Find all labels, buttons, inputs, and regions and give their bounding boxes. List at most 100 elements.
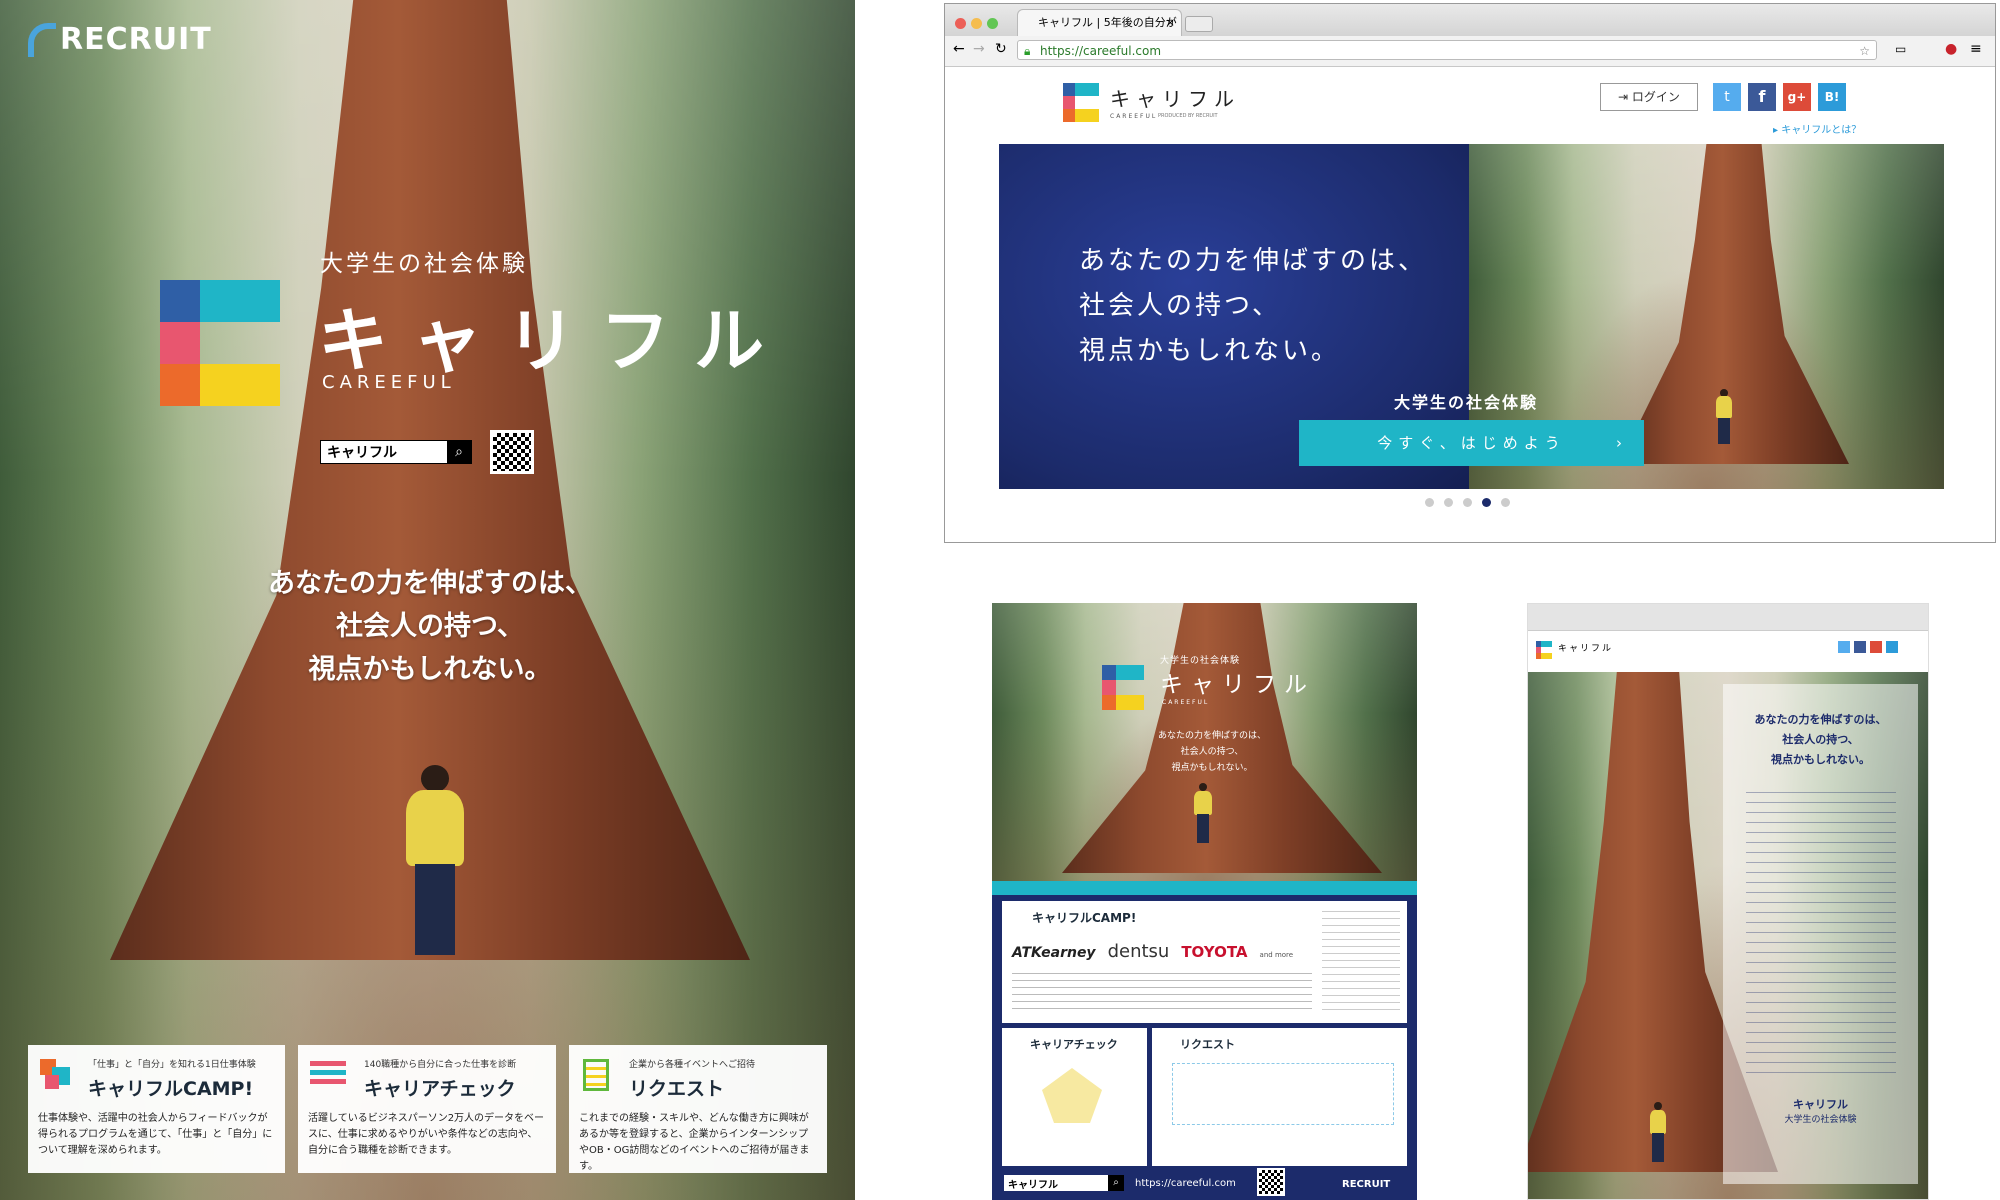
star-icon[interactable]: ☆ xyxy=(1859,41,1870,61)
hatena-button[interactable]: B! xyxy=(1818,83,1846,111)
flyer-request-title: リクエスト xyxy=(1180,1038,1235,1051)
flyer-search-text: キャリフル xyxy=(1008,1179,1058,1191)
headline-line: 社会人の持つ、 xyxy=(1079,291,1281,321)
flyer-search-box[interactable]: キャリフル ⌕ xyxy=(1004,1175,1124,1191)
landing-social-buttons xyxy=(1838,641,1898,653)
card-body: 活躍しているビジネスパーソン2万人のデータをベースに、仕事に求めるやりがいや条件… xyxy=(308,1113,545,1156)
card-body: 仕事体験や、活躍中の社会人からフィードバックが得られるプログラムを通じて、「仕事… xyxy=(38,1113,273,1156)
facebook-button[interactable]: f xyxy=(1748,83,1776,111)
hero: あなたの力を伸ばすのは、 社会人の持つ、 視点かもしれない。 大学生の社会体験 … xyxy=(999,144,1944,489)
partner-logo: and more xyxy=(1259,951,1294,959)
headline-line: あなたの力を伸ばすのは、 xyxy=(1079,246,1428,276)
new-tab-button[interactable] xyxy=(1185,16,1213,32)
extension-icon[interactable]: ▭ xyxy=(1895,42,1906,56)
forward-icon[interactable]: → xyxy=(973,41,985,57)
request-diagram xyxy=(1172,1063,1394,1125)
facebook-button[interactable] xyxy=(1854,641,1866,653)
card-title: キャリアチェック xyxy=(364,1078,516,1100)
radar-chart xyxy=(1042,1068,1102,1123)
recruit-logo: RECRUIT xyxy=(28,22,212,57)
headline-line: あなたの力を伸ばすのは、 xyxy=(268,568,592,599)
menu-icon[interactable]: ≡ xyxy=(1970,41,1982,57)
hatena-button[interactable] xyxy=(1886,641,1898,653)
careeful-logo-icon xyxy=(1063,83,1099,123)
headline-line: 社会人の持つ、 xyxy=(336,611,524,642)
check-card: 140職種から自分に合った仕事を診断 キャリアチェック 活躍しているビジネスパー… xyxy=(298,1045,556,1173)
twitter-button[interactable]: t xyxy=(1713,83,1741,111)
careeful-logo-icon xyxy=(160,280,280,410)
carousel-dot[interactable] xyxy=(1501,498,1510,507)
poster-tagline: 大学生の社会体験 xyxy=(320,251,528,277)
flyer-camp-side-text xyxy=(1322,911,1400,1011)
request-card: 企業から各種イベントへご招待 リクエスト これまでの経験・スキルや、どんな働き方… xyxy=(569,1045,827,1173)
back-icon[interactable]: ← xyxy=(953,41,965,57)
poster-search-box[interactable]: キャリフル ⌕ xyxy=(320,440,472,464)
landing-logo-text: キャリフル xyxy=(1558,644,1614,654)
poster-headline: あなたの力を伸ばすのは、 社会人の持つ、 視点かもしれない。 xyxy=(180,562,680,691)
site-logo-credit: PRODUCED BY RECRUIT xyxy=(1158,113,1218,119)
site-logo-sub: CAREEFUL xyxy=(1110,113,1158,120)
reload-icon[interactable]: ↻ xyxy=(995,41,1007,57)
flyer-partners: ATKearney dentsu TOYOTA and more xyxy=(1012,941,1293,962)
login-icon: ⇥ xyxy=(1618,90,1632,104)
login-label: ログイン xyxy=(1631,90,1680,104)
landing-header: キャリフル xyxy=(1528,631,1928,671)
partner-logo: dentsu xyxy=(1107,941,1170,962)
twitter-button[interactable] xyxy=(1838,641,1850,653)
hero-headline: あなたの力を伸ばすのは、 社会人の持つ、 視点かもしれない。 xyxy=(1079,239,1427,374)
headline-line: 視点かもしれない。 xyxy=(1079,336,1341,366)
headline-line: 社会人の持つ、 xyxy=(1180,747,1244,757)
carousel-dot[interactable] xyxy=(1425,498,1434,507)
minimize-window-button[interactable] xyxy=(971,18,982,29)
site-logo-text: キャリフル xyxy=(1110,87,1240,111)
flyer-camp-panel: キャリフルCAMP! ATKearney dentsu TOYOTA and m… xyxy=(1002,901,1407,1023)
flyer-headline: あなたの力を伸ばすのは、 社会人の持つ、 視点かもしれない。 xyxy=(1132,728,1292,776)
browser-tab[interactable]: キャリフル | 5年後の自分が × xyxy=(1017,9,1182,36)
address-bar[interactable]: 🔒︎ https://careeful.com ☆ xyxy=(1017,40,1877,60)
googleplus-button[interactable]: g+ xyxy=(1783,83,1811,111)
poster-logo-sub: CAREEFUL xyxy=(322,372,456,393)
carousel-dot[interactable] xyxy=(1463,498,1472,507)
login-button[interactable]: ⇥ ログイン xyxy=(1600,83,1698,111)
flyer-camp-text xyxy=(1012,973,1312,1015)
landing-text-panel: あなたの力を伸ばすのは、 社会人の持つ、 視点かもしれない。 キャリフル 大学生… xyxy=(1723,684,1918,1184)
cta-label: 今すぐ、はじめよう xyxy=(1377,434,1566,452)
about-link[interactable]: ▸ キャリフルとは？ xyxy=(1773,121,1861,136)
landing-headline: あなたの力を伸ばすのは、 社会人の持つ、 視点かもしれない。 xyxy=(1723,710,1918,770)
headline-line: あなたの力を伸ばすのは、 xyxy=(1157,731,1266,741)
googleplus-button[interactable] xyxy=(1870,641,1882,653)
card-body: これまでの経験・スキルや、どんな働き方に興味があるか等を登録すると、企業からイン… xyxy=(579,1113,810,1172)
landing-browser-bar xyxy=(1528,604,1928,631)
headline-line: 視点かもしれない。 xyxy=(1771,753,1870,766)
carousel-dot-active[interactable] xyxy=(1482,498,1491,507)
search-icon: ⌕ xyxy=(1108,1175,1124,1191)
landing-signature: キャリフル xyxy=(1793,1098,1848,1111)
flyer-camp-title: キャリフルCAMP! xyxy=(1032,911,1137,925)
flyer-teal-band xyxy=(992,881,1417,895)
cta-button[interactable]: 今すぐ、はじめよう › xyxy=(1299,420,1644,466)
poster-logo-text: キャリフル xyxy=(318,300,788,382)
close-icon[interactable]: × xyxy=(1166,10,1175,36)
recruit-mark-icon xyxy=(28,22,56,57)
flyer-check-panel: キャリアチェック xyxy=(1002,1028,1147,1166)
partner-logo: ATKearney xyxy=(1012,945,1096,961)
card-kicker: 「仕事」と「自分」を知れる1日仕事体験 xyxy=(88,1060,256,1070)
carousel-dot[interactable] xyxy=(1444,498,1453,507)
headline-line: 社会人の持つ、 xyxy=(1782,733,1859,746)
headline-line: 視点かもしれない。 xyxy=(1171,763,1253,773)
chevron-right-icon: › xyxy=(1616,434,1628,452)
person-figure xyxy=(400,765,470,955)
close-window-button[interactable] xyxy=(955,18,966,29)
flyer-url: https://careeful.com xyxy=(1135,1178,1236,1189)
about-link-label: キャリフルとは？ xyxy=(1781,125,1862,136)
zoom-window-button[interactable] xyxy=(987,18,998,29)
site-header: キャリフル CAREEFUL PRODUCED BY RECRUIT ⇥ ログイ… xyxy=(945,67,1995,143)
lock-icon: 🔒︎ xyxy=(1024,44,1031,58)
pinterest-icon[interactable]: ● xyxy=(1945,41,1957,57)
flyer-request-panel: リクエスト xyxy=(1152,1028,1407,1166)
careeful-logo-icon xyxy=(1536,641,1552,659)
url-text: https://careeful.com xyxy=(1040,44,1162,58)
poster: RECRUIT 大学生の社会体験 キャリフル CAREEFUL キャリフル ⌕ … xyxy=(0,0,855,1200)
camp-card: 「仕事」と「自分」を知れる1日仕事体験 キャリフルCAMP! 仕事体験や、活躍中… xyxy=(28,1045,285,1173)
carousel-dots xyxy=(1425,498,1510,507)
